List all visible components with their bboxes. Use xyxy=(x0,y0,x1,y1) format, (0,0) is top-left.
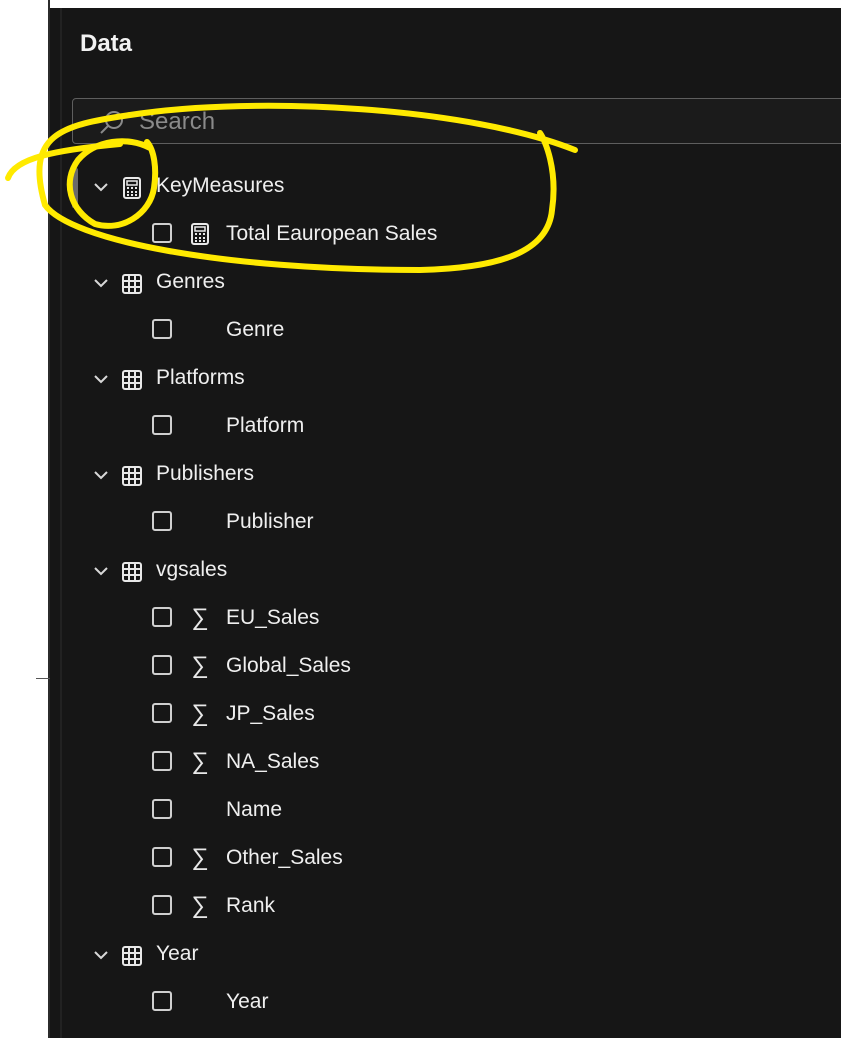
field-row[interactable]: ∑ JP_Sales xyxy=(80,696,841,736)
field-row[interactable]: ∑ NA_Sales xyxy=(80,744,841,784)
table-group-row[interactable]: KeyMeasures xyxy=(80,168,841,208)
table-group-label: Platforms xyxy=(156,366,245,389)
table-icon xyxy=(122,370,142,390)
field-label: Genre xyxy=(226,318,285,341)
field-checkbox[interactable] xyxy=(152,847,172,867)
field-row[interactable]: Name xyxy=(80,792,841,832)
field-label: Global_Sales xyxy=(226,654,351,677)
field-label: Total Eauropean Sales xyxy=(226,222,438,245)
field-label: Other_Sales xyxy=(226,846,343,869)
field-checkbox[interactable] xyxy=(152,703,172,723)
table-group-row[interactable]: Genres xyxy=(80,264,841,304)
field-checkbox[interactable] xyxy=(152,751,172,771)
field-checkbox[interactable] xyxy=(152,991,172,1011)
field-checkbox[interactable] xyxy=(152,607,172,627)
field-label: Name xyxy=(226,798,283,821)
field-label: Platform xyxy=(226,414,305,437)
calculator-icon xyxy=(191,223,209,245)
table-group-row[interactable]: Year xyxy=(80,936,841,976)
field-label: Year xyxy=(226,990,269,1013)
field-row[interactable]: Platform xyxy=(80,408,841,448)
field-row[interactable]: Genre xyxy=(80,312,841,352)
sigma-icon: ∑ xyxy=(191,892,209,919)
field-checkbox[interactable] xyxy=(152,799,172,819)
sigma-icon: ∑ xyxy=(191,604,209,631)
sigma-icon: ∑ xyxy=(191,748,209,775)
field-checkbox[interactable] xyxy=(152,319,172,339)
chevron-down-icon[interactable] xyxy=(90,176,112,198)
table-group-label: Year xyxy=(156,942,199,965)
table-icon xyxy=(122,946,142,966)
field-checkbox[interactable] xyxy=(152,655,172,675)
chevron-down-icon[interactable] xyxy=(90,944,112,966)
field-label: EU_Sales xyxy=(226,606,320,629)
table-group-label: Publishers xyxy=(156,462,255,485)
pane-divider[interactable] xyxy=(60,8,62,1038)
selection-indicator xyxy=(72,168,78,208)
field-label: JP_Sales xyxy=(226,702,315,725)
table-icon xyxy=(122,274,142,294)
field-row[interactable]: Total Eauropean Sales xyxy=(80,216,841,256)
field-row[interactable]: Year xyxy=(80,984,841,1024)
chevron-down-icon[interactable] xyxy=(90,272,112,294)
sigma-icon: ∑ xyxy=(191,844,209,871)
table-group-label: KeyMeasures xyxy=(156,174,285,197)
field-checkbox[interactable] xyxy=(152,511,172,531)
table-group-label: Genres xyxy=(156,270,225,293)
calculator-icon xyxy=(123,177,141,199)
sigma-icon: ∑ xyxy=(191,652,209,679)
chevron-down-icon[interactable] xyxy=(90,464,112,486)
table-icon xyxy=(122,562,142,582)
table-group-row[interactable]: Publishers xyxy=(80,456,841,496)
field-row[interactable]: ∑ EU_Sales xyxy=(80,600,841,640)
search-box[interactable] xyxy=(72,98,841,144)
pane-title: Data xyxy=(80,30,133,57)
field-row[interactable]: ∑ Rank xyxy=(80,888,841,928)
field-checkbox[interactable] xyxy=(152,223,172,243)
table-icon xyxy=(122,466,142,486)
table-group-row[interactable]: Platforms xyxy=(80,360,841,400)
splitter-tick xyxy=(36,678,50,679)
field-row[interactable]: ∑ Other_Sales xyxy=(80,840,841,880)
table-group-row[interactable]: vgsales xyxy=(80,552,841,592)
search-icon xyxy=(100,111,123,134)
field-label: Publisher xyxy=(226,510,314,533)
screenshot-frame: Data KeyMeasures Total Eauropean Sales Gen… xyxy=(0,0,841,1038)
field-row[interactable]: ∑ Global_Sales xyxy=(80,648,841,688)
sigma-icon: ∑ xyxy=(191,700,209,727)
chevron-down-icon[interactable] xyxy=(90,368,112,390)
field-label: Rank xyxy=(226,894,276,917)
field-checkbox[interactable] xyxy=(152,415,172,435)
field-checkbox[interactable] xyxy=(152,895,172,915)
chevron-down-icon[interactable] xyxy=(90,560,112,582)
search-input[interactable] xyxy=(137,105,741,139)
field-row[interactable]: Publisher xyxy=(80,504,841,544)
table-group-label: vgsales xyxy=(156,558,228,581)
field-label: NA_Sales xyxy=(226,750,320,773)
